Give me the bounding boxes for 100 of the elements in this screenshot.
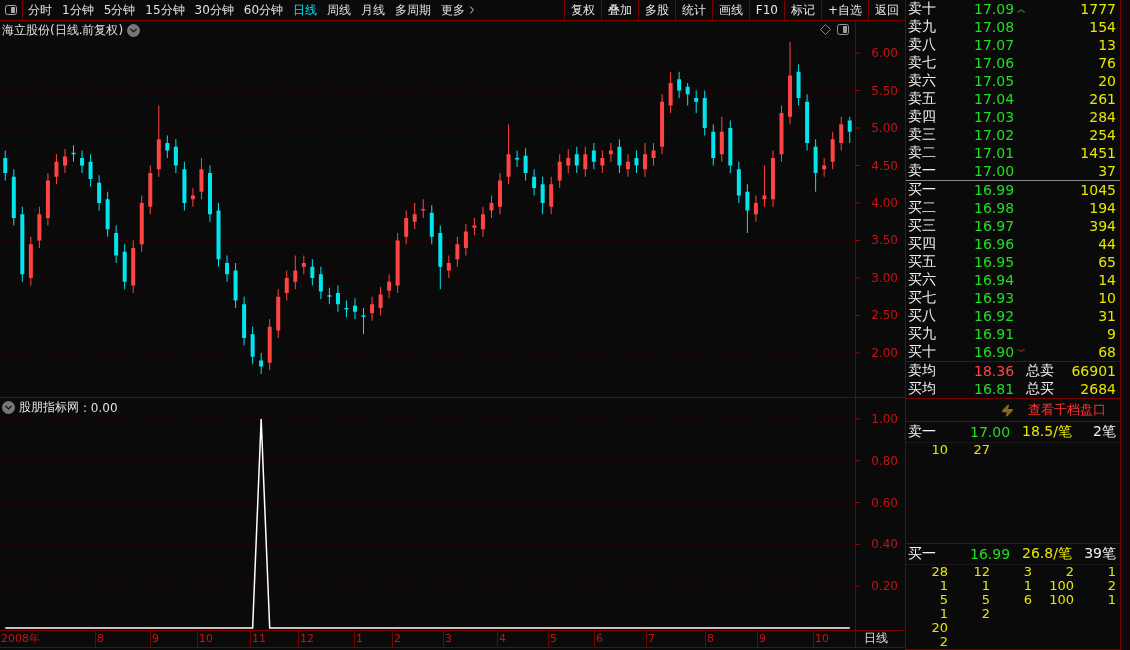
level-label: 卖九: [908, 18, 937, 36]
period-tab[interactable]: 多周期: [390, 0, 437, 20]
level-label: 买六: [908, 271, 937, 289]
period-tab[interactable]: 30分钟: [189, 0, 239, 20]
period-tab[interactable]: 月线: [356, 0, 391, 20]
order-size: 3: [1022, 565, 1032, 579]
level-label: 买八: [908, 307, 937, 325]
toolbar-button[interactable]: 多股: [637, 0, 675, 20]
candlestick: [839, 116, 844, 152]
toolbar-button[interactable]: 叠加: [600, 0, 638, 20]
total-label: 总买: [1025, 380, 1055, 398]
depth-link[interactable]: 查看千档盘口: [1028, 401, 1106, 419]
date-label: 9: [757, 631, 813, 647]
candlestick: [506, 123, 511, 185]
level-label: 买九: [908, 325, 937, 343]
period-tab[interactable]: 5分钟: [98, 0, 141, 20]
period-tab[interactable]: 1分钟: [57, 0, 99, 20]
level-label: 卖四: [908, 108, 937, 126]
order-size: 2: [938, 635, 948, 649]
diamond-icon[interactable]: [820, 24, 831, 35]
candlestick: [361, 307, 366, 335]
order-size: 1: [1022, 579, 1032, 593]
toolbar-button[interactable]: 复权: [563, 0, 601, 20]
candlestick: [480, 206, 485, 238]
volume: 1451: [1080, 145, 1116, 161]
candlestick: [557, 153, 562, 189]
candlestick: [293, 254, 298, 290]
date-label: 3: [443, 631, 497, 647]
axis-label: 2.50: [871, 308, 898, 323]
volume: 20: [1098, 73, 1116, 89]
date-label: 11: [250, 631, 298, 647]
order-size: 27: [972, 443, 990, 457]
volume: 284: [1089, 109, 1116, 125]
order-size: 5: [938, 593, 948, 607]
average-per-order: 18.5/笔: [1022, 423, 1073, 441]
candlestick: [847, 116, 852, 144]
average-label: 卖均: [908, 362, 937, 380]
candlestick: [387, 273, 392, 299]
candlestick: [378, 286, 383, 316]
candlestick: [677, 71, 682, 99]
price: 17.01: [974, 145, 1015, 161]
date-label: 2008年: [0, 631, 41, 647]
volume: 9: [1107, 326, 1116, 342]
date-label: 10: [197, 631, 250, 647]
date-label: 10: [813, 631, 855, 647]
volume: 44: [1098, 236, 1116, 252]
axis-label: 2.00: [871, 346, 898, 360]
period-tab[interactable]: 周线: [322, 0, 357, 20]
candlestick: [566, 148, 571, 174]
candlestick: [318, 266, 323, 300]
toolbar-button[interactable]: 标记: [783, 0, 821, 20]
toolbar-button[interactable]: +自选: [820, 0, 868, 20]
price: 17.03: [974, 109, 1015, 125]
date-label: 12: [298, 631, 354, 647]
toolbar-button[interactable]: 画线: [711, 0, 749, 20]
axis-label: 3.00: [871, 271, 898, 285]
volume: 31: [1098, 308, 1116, 324]
order-size: 28: [930, 565, 948, 579]
average-per-order: 26.8/笔: [1022, 545, 1073, 563]
level-label: 买一: [908, 181, 937, 199]
toolbar-button[interactable]: 统计: [674, 0, 712, 20]
date-label: 4: [497, 631, 548, 647]
price: 16.99: [974, 182, 1015, 198]
period-tab[interactable]: 分时: [23, 0, 57, 20]
level-label: 卖十: [908, 0, 937, 18]
candlestick: [114, 225, 119, 264]
price: 17.07: [974, 37, 1015, 53]
volume: 37: [1098, 163, 1116, 179]
candlestick: [523, 147, 528, 181]
volume: 254: [1089, 127, 1116, 143]
period-tab[interactable]: 更多: [436, 0, 484, 20]
chevron-down-icon[interactable]: [2, 401, 15, 414]
price: 17.04: [974, 91, 1015, 107]
panel-toggle-icon[interactable]: [837, 24, 849, 35]
chevron-down-icon[interactable]: [127, 24, 141, 37]
candlestick: [3, 150, 8, 181]
toolbar-button[interactable]: 返回: [868, 0, 905, 20]
date-label: 9: [150, 631, 197, 647]
candlestick: [515, 150, 520, 168]
price: 17.05: [974, 73, 1015, 89]
toolbar-button[interactable]: F10: [748, 0, 784, 20]
price: 16.96: [974, 236, 1015, 252]
period-tab[interactable]: 日线: [288, 0, 323, 20]
volume: 76: [1098, 55, 1116, 71]
candlestick: [370, 296, 375, 322]
candlestick: [617, 138, 622, 174]
period-tab[interactable]: 60分钟: [238, 0, 289, 20]
period-tab[interactable]: 15分钟: [140, 0, 190, 20]
level-label: 买七: [908, 289, 937, 307]
order-size: 5: [980, 593, 990, 607]
candlestick: [250, 326, 255, 365]
candlestick: [549, 176, 554, 215]
date-label: 6: [594, 631, 646, 647]
date-label: 8: [705, 631, 757, 647]
price: 17.00: [974, 163, 1015, 179]
axis-label: 0.40: [871, 537, 898, 552]
order-count: 39笔: [1084, 545, 1116, 563]
order-size: 2: [1106, 579, 1116, 593]
candlestick: [685, 82, 690, 107]
panel-toggle-icon[interactable]: [5, 5, 17, 15]
